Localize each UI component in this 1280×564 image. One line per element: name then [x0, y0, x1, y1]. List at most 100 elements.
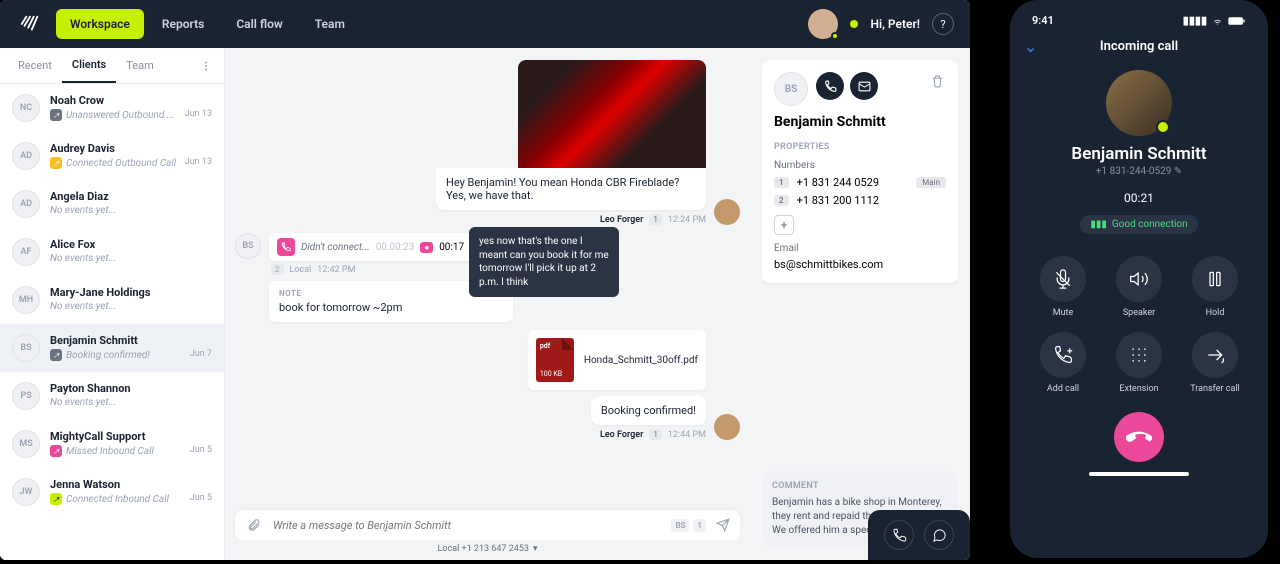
ext-button[interactable] — [1116, 332, 1162, 378]
number-row-1[interactable]: 1 +1 831 244 0529 Main — [774, 176, 946, 189]
contact-sub: No events yet... — [50, 397, 116, 408]
desktop-app: Workspace Reports Call flow Team Hi, Pet… — [0, 0, 970, 560]
call-subbadge: 2 — [271, 264, 284, 275]
number-row-2[interactable]: 2 +1 831 200 1112 — [774, 194, 946, 207]
pdf-meta: Leo Forger 1 12:44 PM — [600, 429, 706, 440]
call-dir-icon: ↗ — [50, 349, 62, 361]
contact-avatar: MS — [12, 430, 40, 458]
help-button[interactable]: ? — [932, 13, 954, 35]
contact-item[interactable]: JW Jenna Watson ↗Connected Inbound Call … — [0, 468, 224, 516]
tab-team[interactable]: Team — [116, 48, 164, 83]
message-input[interactable] — [273, 519, 661, 532]
confirm-text: Booking confirmed! — [591, 396, 706, 425]
comment-label: COMMENT — [772, 481, 948, 491]
home-indicator[interactable] — [1089, 472, 1189, 476]
contact-date: Jun 5 — [190, 445, 212, 455]
speaker-label: Speaker — [1123, 308, 1155, 318]
contact-item[interactable]: AD Angela Diaz No events yet... — [0, 180, 224, 228]
send-target[interactable]: BS 1 — [671, 519, 706, 532]
transfer-label: Transfer call — [1190, 384, 1240, 394]
hold-button[interactable] — [1192, 256, 1238, 302]
nav-workspace[interactable]: Workspace — [56, 9, 144, 39]
message-meta: Leo Forger 1 12:24 PM — [600, 214, 706, 225]
contact-item[interactable]: PS Payton Shannon No events yet... — [0, 372, 224, 420]
call-button[interactable] — [816, 72, 844, 100]
hangup-button[interactable] — [1114, 412, 1164, 462]
pdf-attachment[interactable]: pdf 100 KB Honda_Schmitt_30off.pdf — [528, 330, 706, 390]
call-controls: Mute Speaker Hold Add call Extension Tra… — [1024, 256, 1254, 394]
pdf-author: Leo Forger — [600, 430, 643, 440]
wifi-icon — [1211, 16, 1224, 26]
phone-missed-icon — [277, 238, 295, 256]
message-text: Hey Benjamin! You mean Honda CBR Firebla… — [436, 168, 706, 210]
presence-dot-icon — [831, 32, 839, 40]
email-value[interactable]: bs@schmittbikes.com — [774, 258, 946, 271]
chat-button[interactable] — [924, 520, 954, 550]
pdf-filename: Honda_Schmitt_30off.pdf — [584, 355, 698, 366]
section-properties: PROPERTIES — [774, 142, 946, 152]
detail-panel: BS Benjamin Schmitt PROPERTIES Numbers 1… — [750, 48, 970, 560]
pdf-icon: pdf 100 KB — [536, 338, 574, 382]
contact-item[interactable]: AF Alice Fox No events yet... — [0, 228, 224, 276]
send-button[interactable] — [716, 518, 730, 532]
caller-name: Benjamin Schmitt — [1024, 144, 1254, 164]
msg-author: Leo Forger — [600, 215, 643, 225]
rec-badge-icon: ● — [420, 242, 433, 253]
user-avatar[interactable] — [808, 9, 838, 39]
from-line[interactable]: Local +1 213 647 2453 ▾ — [235, 544, 740, 554]
contact-item[interactable]: NC Noah Crow ↗Unanswered Outbound ... Ju… — [0, 84, 224, 132]
contact-avatar: AD — [12, 142, 40, 170]
contact-item[interactable]: MS MightyCall Support ↗Missed Inbound Ca… — [0, 420, 224, 468]
dial-button[interactable] — [884, 520, 914, 550]
contact-name: Benjamin Schmitt — [774, 114, 946, 130]
contact-name: Audrey Davis — [50, 142, 212, 155]
caller-number: +1 831-244-0529 ✎ — [1024, 166, 1254, 177]
mute-button[interactable] — [1040, 256, 1086, 302]
topbar: Workspace Reports Call flow Team Hi, Pet… — [0, 0, 970, 48]
contact-item[interactable]: BS Benjamin Schmitt ↗Booking confirmed! … — [0, 324, 224, 372]
nav-reports[interactable]: Reports — [148, 9, 218, 39]
nav-callflow[interactable]: Call flow — [222, 9, 296, 39]
incoming-avatar: BS — [235, 233, 261, 259]
add-number-button[interactable]: + — [774, 215, 794, 235]
email-button[interactable] — [850, 72, 878, 100]
call-dir-icon: ↗ — [50, 157, 62, 169]
sidebar-menu-button[interactable] — [196, 56, 216, 76]
transfer-button[interactable] — [1192, 332, 1238, 378]
contact-sub: No events yet... — [50, 205, 116, 216]
transcript-tooltip: yes now that's the one I meant can you b… — [469, 227, 619, 297]
bottom-bar — [868, 510, 970, 560]
message-image[interactable] — [518, 60, 706, 168]
addcall-button[interactable] — [1040, 332, 1086, 378]
contact-item[interactable]: AD Audrey Davis ↗Connected Outbound Call… — [0, 132, 224, 180]
call-sublabel: Local — [290, 265, 312, 275]
contact-sub: ↗Missed Inbound Call — [50, 445, 154, 457]
contact-item[interactable]: MH Mary-Jane Holdings No events yet... — [0, 276, 224, 324]
tab-recent[interactable]: Recent — [8, 48, 62, 83]
contact-name: Benjamin Schmitt — [50, 334, 212, 347]
attach-button[interactable] — [245, 516, 263, 534]
app-body: Recent Clients Team NC Noah Crow ↗Unansw… — [0, 48, 970, 560]
call-dir-icon: ↗ — [50, 445, 62, 457]
contact-name: Payton Shannon — [50, 382, 212, 395]
delete-button[interactable] — [928, 72, 946, 90]
call-timer: 00:21 — [1024, 191, 1254, 205]
speaker-button[interactable] — [1116, 256, 1162, 302]
contact-name: Angela Diaz — [50, 190, 212, 203]
back-button[interactable]: ⌄ — [1024, 37, 1037, 56]
call-status: Didn't connect... — [301, 242, 370, 253]
phone-header: ⌄ Incoming call — [1024, 39, 1254, 54]
call-record-chip[interactable]: Didn't connect... 00:00:23 ● 00:17 — [269, 233, 489, 261]
tab-clients[interactable]: Clients — [62, 48, 116, 83]
app-logo-icon — [16, 10, 44, 38]
sidebar-tabs: Recent Clients Team — [0, 48, 224, 84]
ext-label: Extension — [1119, 384, 1158, 394]
nav-team[interactable]: Team — [301, 9, 359, 39]
contact-date: Jun 5 — [190, 493, 212, 503]
message-out-1: Hey Benjamin! You mean Honda CBR Firebla… — [436, 60, 740, 225]
pdf-badge: 1 — [649, 429, 662, 440]
chat-panel: Hey Benjamin! You mean Honda CBR Firebla… — [225, 48, 750, 560]
field-numbers-label: Numbers — [774, 160, 946, 171]
msg-badge: 1 — [649, 214, 662, 225]
contact-name: Alice Fox — [50, 238, 212, 251]
